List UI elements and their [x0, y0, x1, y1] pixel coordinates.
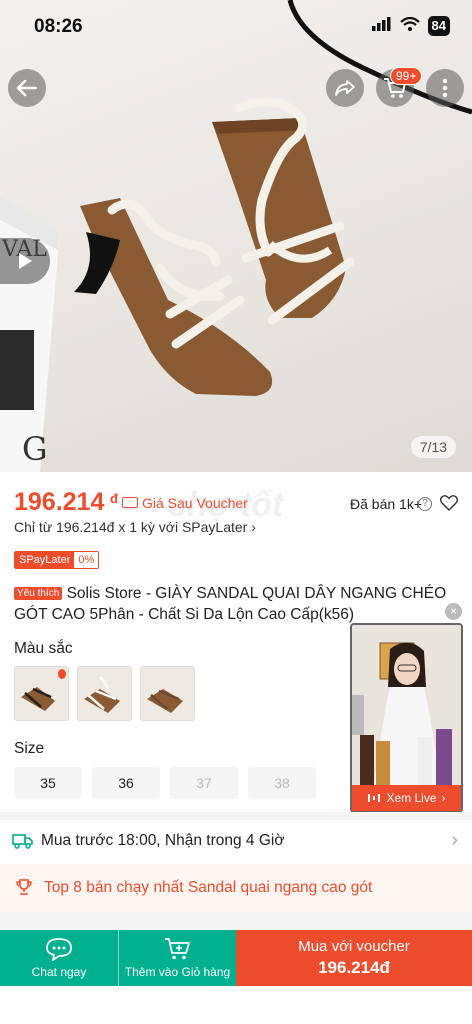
size-options: 35 36 37 38: [14, 767, 316, 799]
arrow-left-icon: [16, 79, 38, 97]
chat-now-button[interactable]: Chat ngay: [0, 930, 118, 986]
signal-icon: [371, 16, 392, 36]
add-to-cart-label: Thêm vào Giỏ hàng: [124, 965, 231, 979]
spaylater-badge: SPayLater 0%: [14, 551, 100, 569]
live-video-thumbnail: [352, 625, 461, 785]
chevron-right-icon: ›: [441, 791, 446, 805]
more-vertical-icon: [442, 78, 448, 98]
heart-icon: [439, 495, 459, 511]
section-divider: [0, 912, 472, 930]
product-title: Yêu thích Solis Store - GIÀY SANDAL QUAI…: [14, 583, 464, 625]
size-option-35[interactable]: 35: [14, 767, 82, 799]
chat-icon: [46, 938, 72, 961]
share-button[interactable]: [326, 69, 364, 107]
more-button[interactable]: [426, 69, 464, 107]
price-value: 196.214: [14, 488, 105, 516]
svg-text:G: G: [22, 430, 48, 468]
truck-icon: [12, 833, 34, 854]
shipping-text: Mua trước 18:00, Nhận trong 4 Giờ: [41, 832, 285, 849]
sold-count: Đã bán 1k+: [350, 496, 422, 512]
play-icon: [19, 253, 32, 269]
image-counter: 7/13: [410, 436, 456, 458]
chevron-right-icon: ›: [251, 519, 256, 535]
best-seller-banner[interactable]: Top 8 bán chạy nhất Sandal quai ngang ca…: [0, 864, 472, 912]
price-row: 196.214 đ Giá Sau Voucher Đã bán 1k+ ?: [14, 488, 460, 518]
battery-level: 84: [427, 16, 450, 36]
bottom-action-bar: Chat ngay Thêm vào Giỏ hàng Mua với vouc…: [0, 930, 472, 986]
size-option-37[interactable]: 37: [170, 767, 238, 799]
color-label: Màu sắc: [14, 640, 73, 657]
back-button[interactable]: [8, 69, 46, 107]
share-icon: [335, 80, 355, 96]
voucher-label[interactable]: Giá Sau Voucher: [142, 495, 248, 511]
product-image-gallery[interactable]: VAL G 08:26 84: [0, 0, 472, 472]
status-time: 08:26: [34, 16, 83, 37]
wifi-icon: [399, 16, 420, 36]
favorite-button[interactable]: [439, 495, 459, 516]
shipping-row[interactable]: Mua trước 18:00, Nhận trong 4 Giờ ›: [0, 820, 472, 862]
add-to-cart-button[interactable]: Thêm vào Giỏ hàng: [118, 930, 236, 986]
status-bar: 08:26 84: [0, 0, 472, 56]
chevron-right-icon: ›: [451, 829, 458, 851]
buy-price: 196.214đ: [318, 958, 390, 977]
live-stream-widget[interactable]: Xem Live ›: [350, 623, 463, 813]
help-icon[interactable]: ?: [418, 497, 432, 511]
favorite-tag: Yêu thích: [14, 587, 63, 600]
live-close-button[interactable]: ×: [445, 603, 462, 620]
buy-label: Mua với voucher: [298, 938, 410, 955]
color-option-3[interactable]: [140, 666, 195, 721]
video-play-button[interactable]: [0, 238, 50, 284]
color-swatches: [14, 666, 195, 721]
buy-with-voucher-button[interactable]: Mua với voucher 196.214đ: [236, 930, 472, 986]
cart-badge: 99+: [390, 67, 423, 85]
live-icon: [368, 794, 381, 802]
size-label: Size: [14, 740, 45, 757]
color-option-2[interactable]: [77, 666, 132, 721]
section-divider: [0, 812, 472, 820]
price-currency: đ: [110, 491, 118, 506]
installment-text: Chỉ từ 196.214đ x 1 kỳ với SPayLater: [14, 519, 248, 535]
product-title-text: Solis Store - GIÀY SANDAL QUAI DÂY NGANG…: [14, 585, 447, 623]
voucher-icon: [122, 497, 138, 508]
flame-icon: [58, 669, 66, 679]
watch-live-label: Xem Live: [386, 791, 437, 805]
spaylater-label: SPayLater: [15, 552, 75, 568]
spaylater-rate: 0%: [78, 554, 95, 566]
best-seller-text: Top 8 bán chạy nhất Sandal quai ngang ca…: [44, 879, 373, 896]
installment-link[interactable]: Chỉ từ 196.214đ x 1 kỳ với SPayLater ›: [14, 519, 256, 535]
cart-plus-icon: [164, 938, 190, 960]
chat-now-label: Chat ngay: [31, 965, 87, 979]
color-option-1[interactable]: [14, 666, 69, 721]
size-option-38[interactable]: 38: [248, 767, 316, 799]
watch-live-button[interactable]: Xem Live ›: [352, 785, 461, 811]
trophy-icon: [15, 878, 33, 901]
size-option-36[interactable]: 36: [92, 767, 160, 799]
